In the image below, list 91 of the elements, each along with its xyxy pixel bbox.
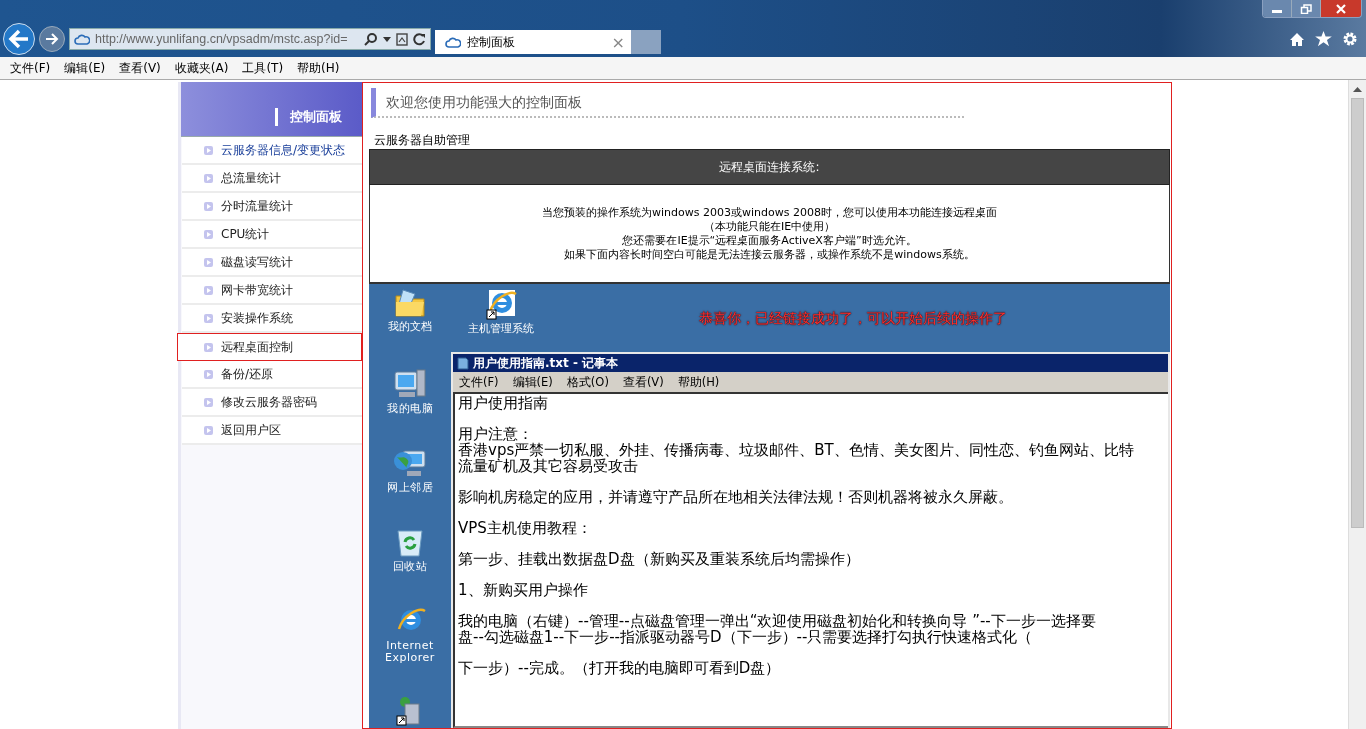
restore-button[interactable] (1292, 0, 1321, 17)
menu-item[interactable]: 编辑(E) (512, 374, 553, 390)
close-icon (1335, 3, 1347, 14)
close-button[interactable] (1321, 0, 1361, 17)
dropdown-caret-icon[interactable] (383, 36, 391, 42)
notice-text: 您还需要在IE提示“远程桌面服务ActiveX客户端”时选允许。 (622, 233, 917, 248)
bullet-icon (204, 342, 213, 352)
text-line: 影响机房稳定的应用，并请遵守产品所在地相关法律法规！否则机器将被永久屏蔽。 (458, 489, 1014, 505)
panel-title: 远程桌面连接系统: (369, 149, 1170, 185)
menu-item[interactable]: 格式(O) (566, 374, 609, 390)
refresh-icon[interactable] (413, 32, 426, 46)
notice-text: （本功能只能在IE中使用） (703, 219, 836, 234)
restore-icon (1300, 3, 1312, 14)
sidebar-item[interactable]: 磁盘读写统计 (182, 249, 362, 277)
back-arrow-icon (8, 29, 30, 49)
success-message: 恭喜你，已经链接成功了，可以开始后续的操作了 (699, 310, 1007, 328)
settings-icon[interactable] (1342, 31, 1358, 47)
text-line: 第一步、挂载出数据盘D盘（新购买及重装系统后均需操作） (458, 551, 861, 567)
menu-item[interactable]: 查看(V) (622, 374, 664, 390)
cloud-icon (74, 33, 90, 45)
bullet-icon (204, 313, 213, 323)
page-heading: 欢迎您使用功能强大的控制面板 (371, 88, 964, 118)
menu-item[interactable]: 帮助(H) (297, 59, 340, 77)
menu-item[interactable]: 文件(F) (10, 59, 51, 77)
tab-close-button[interactable]: × (611, 32, 625, 52)
notepad-icon (457, 356, 469, 370)
bullet-icon (204, 201, 213, 211)
bullet-icon (204, 173, 213, 183)
sidebar-item[interactable]: CPU统计 (182, 221, 362, 249)
menu-item[interactable]: 帮助(H) (677, 374, 720, 390)
minimize-icon (1272, 10, 1282, 13)
bullet-icon (204, 229, 213, 239)
menu-item[interactable]: 工具(T) (242, 59, 284, 77)
bullet-icon (204, 397, 213, 407)
search-icon[interactable] (364, 32, 378, 46)
text-line: 香港vps严禁一切私服、外挂、传播病毒、垃圾邮件、BT、色情、美女图片、同性恋、钓鱼网站、比特 (458, 442, 1135, 458)
sidebar-item[interactable]: 云服务器信息/变更状态 (182, 137, 362, 165)
menu-item[interactable]: 查看(V) (119, 59, 161, 77)
bullet-icon (204, 369, 213, 379)
sidebar-item[interactable]: 远程桌面控制 (177, 333, 362, 361)
text-line: 1、新购买用户操作 (458, 582, 589, 598)
text-line: VPS主机使用教程： (458, 520, 593, 536)
desktop-icon[interactable]: 我的电脑 (377, 368, 443, 415)
menu-item[interactable]: 编辑(E) (64, 59, 106, 77)
star-icon[interactable] (1315, 31, 1332, 47)
forward-button[interactable] (39, 26, 65, 52)
compatibility-icon[interactable] (396, 32, 408, 46)
sidebar-item[interactable]: 返回用户区 (182, 417, 362, 445)
scroll-up-arrow-icon[interactable] (1353, 86, 1362, 92)
cloud-icon (445, 36, 461, 48)
bullet-icon (204, 145, 213, 155)
desktop-icon[interactable]: 回收站 (377, 526, 443, 573)
menu-item[interactable]: 收藏夹(A) (174, 59, 229, 77)
menu-item[interactable]: 文件(F) (459, 374, 499, 390)
browser-tab[interactable]: 控制面板 × (435, 30, 631, 54)
folder-icon (394, 288, 426, 318)
sidebar-item[interactable]: 网卡带宽统计 (182, 277, 362, 305)
sidebar-item[interactable]: 总流量统计 (182, 165, 362, 193)
computer-icon (393, 368, 427, 400)
text-line: 下一步）--完成。（打开我的电脑即可看到D盘） (458, 660, 782, 676)
url-text: http://www.yunlifang.cn/vpsadm/mstc.asp?id= (95, 32, 349, 46)
desktop-icon[interactable]: 网上邻居 (377, 447, 443, 494)
back-button[interactable] (3, 23, 35, 55)
vertical-scrollbar[interactable] (1348, 80, 1366, 729)
tab-title: 控制面板 (467, 33, 516, 51)
address-bar[interactable]: http://www.yunlifang.cn/vpsadm/mstc.asp?id= (69, 28, 431, 50)
bullet-icon (204, 257, 213, 267)
notice-text: 如果下面内容长时间空白可能是无法连接云服务器，或操作系统不是windows系统。 (564, 247, 975, 262)
bullet-icon (204, 425, 213, 435)
text-line: 我的电脑（右键）--管理--点磁盘管理一弹出“欢迎使用磁盘初始化和转换向导 ”--下一步一选择要 (458, 613, 1097, 629)
notepad-title-bar: 用户使用指南.txt - 记事本 (453, 354, 1168, 372)
text-line: 用户注意： (458, 426, 534, 442)
network-icon (393, 447, 427, 479)
forward-arrow-icon (45, 33, 59, 45)
sidebar-item[interactable]: 分时流量统计 (182, 193, 362, 221)
notice-text: 当您预装的操作系统为windows 2003或windows 2008时，您可以使用本功能连接远程桌面 (542, 205, 997, 220)
desktop-icon[interactable]: 主机管理系统 (461, 288, 541, 335)
desktop-icon[interactable]: Internet Explorer (377, 605, 443, 664)
home-icon[interactable] (1289, 31, 1305, 47)
sidebar-title: 控制面板 (275, 108, 342, 126)
desktop-icon[interactable]: 我的文档 (377, 288, 443, 333)
ie-icon (485, 288, 517, 320)
sidebar-item[interactable]: 安装操作系统 (182, 305, 362, 333)
text-line: 用户使用指南 (458, 395, 549, 411)
sidebar-item[interactable]: 备份/还原 (182, 361, 362, 389)
text-line: 流量矿机及其它容易受攻击 (458, 458, 639, 474)
bullet-icon (204, 285, 213, 295)
text-line: 盘--勾选磁盘1--下一步--指派驱动器号D（下一步）--只需要选择打勾执行快速格式化（ (458, 629, 1033, 645)
section-label: 云服务器自助管理 (374, 132, 471, 149)
sidebar-item[interactable]: 修改云服务器密码 (182, 389, 362, 417)
minimize-button[interactable] (1263, 0, 1292, 17)
